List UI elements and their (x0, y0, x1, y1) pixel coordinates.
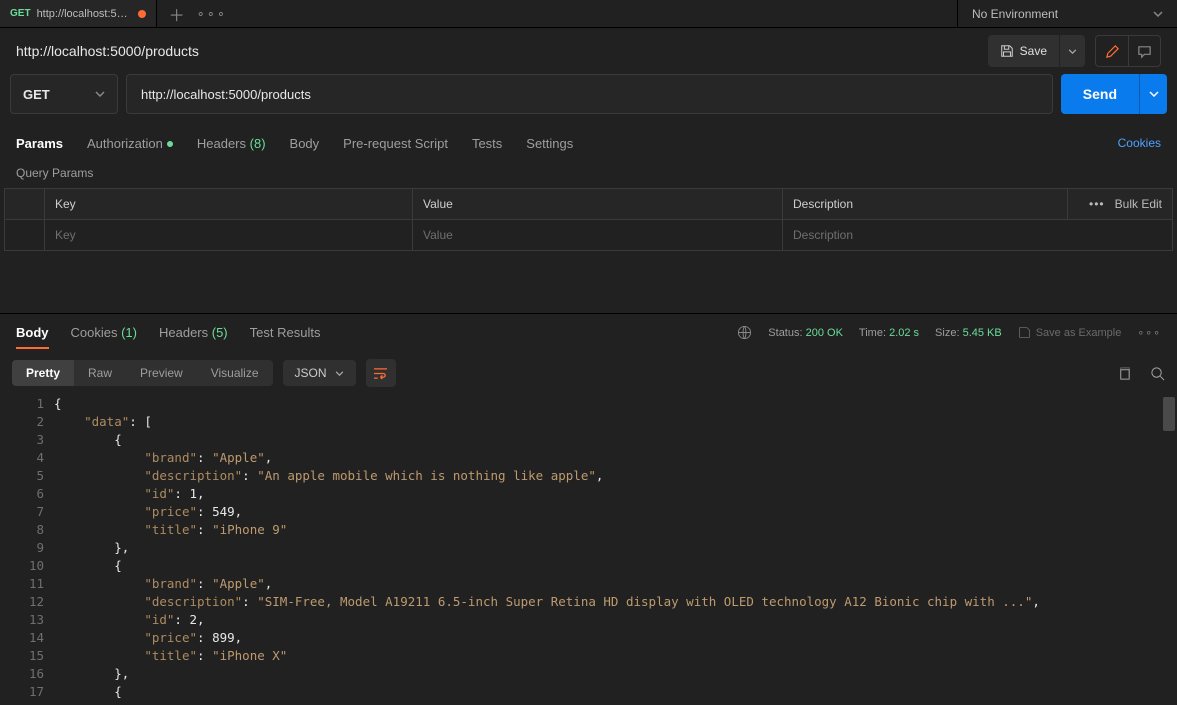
resp-headers-count: (5) (212, 325, 228, 340)
save-label: Save (1020, 44, 1047, 58)
save-icon (1018, 326, 1031, 339)
view-preview[interactable]: Preview (126, 360, 197, 386)
tab-prerequest[interactable]: Pre-request Script (343, 136, 448, 151)
tab-headers[interactable]: Headers (8) (197, 136, 266, 151)
save-icon (1000, 44, 1014, 58)
method-select-value: GET (23, 87, 50, 102)
key-column-header: Key (45, 189, 413, 220)
tab-body[interactable]: Body (290, 136, 320, 151)
new-tab-button[interactable]: ＋ (169, 2, 185, 26)
view-visualize[interactable]: Visualize (197, 360, 273, 386)
headers-count-badge: (8) (250, 136, 266, 151)
unsaved-dot-icon (138, 10, 146, 18)
drag-column-header (5, 189, 45, 220)
scrollbar-thumb[interactable] (1163, 397, 1175, 431)
resp-tab-headers[interactable]: Headers (5) (159, 325, 228, 340)
edit-button[interactable] (1096, 36, 1128, 66)
chevron-down-icon (1153, 11, 1163, 17)
environment-select[interactable]: No Environment (957, 0, 1177, 27)
param-description-input[interactable] (793, 228, 1162, 242)
chevron-down-icon (1068, 49, 1077, 54)
url-input[interactable] (126, 74, 1053, 114)
tab-method-badge: GET (10, 8, 31, 19)
description-column-header: Description (783, 189, 1068, 220)
resp-tab-cookies-label: Cookies (71, 325, 118, 340)
wrap-icon (373, 367, 388, 380)
cookies-link[interactable]: Cookies (1118, 136, 1161, 150)
view-mode-segment: Pretty Raw Preview Visualize (12, 360, 273, 386)
chevron-down-icon (1149, 91, 1159, 97)
format-select[interactable]: JSON (283, 360, 356, 386)
format-select-value: JSON (295, 366, 327, 380)
tab-authorization[interactable]: Authorization (87, 136, 173, 151)
send-button[interactable]: Send (1061, 74, 1139, 114)
auth-active-dot-icon (167, 141, 173, 147)
size-meta: Size: 5.45 KB (935, 327, 1002, 339)
environment-label: No Environment (972, 7, 1058, 21)
request-tab[interactable]: GET http://localhost:5000/p (0, 0, 157, 27)
resp-cookies-count: (1) (121, 325, 137, 340)
tab-settings[interactable]: Settings (526, 136, 573, 151)
search-icon (1150, 366, 1165, 381)
copy-button[interactable] (1117, 366, 1132, 381)
pencil-icon (1105, 44, 1120, 59)
view-pretty[interactable]: Pretty (12, 360, 74, 386)
request-title[interactable]: http://localhost:5000/products (16, 43, 978, 59)
tab-headers-label: Headers (197, 136, 246, 151)
tab-title: http://localhost:5000/p (37, 8, 132, 20)
line-number-gutter: 1234567891011121314151617 (0, 395, 54, 698)
method-select[interactable]: GET (10, 74, 118, 114)
view-raw[interactable]: Raw (74, 360, 126, 386)
response-code: { "data": [ { "brand": "Apple", "descrip… (54, 395, 1177, 698)
param-key-input[interactable] (55, 228, 402, 242)
table-actions-header: ••• Bulk Edit (1068, 189, 1173, 220)
globe-icon[interactable] (737, 325, 752, 340)
comment-button[interactable] (1128, 36, 1160, 66)
resp-tab-body[interactable]: Body (16, 325, 49, 349)
more-button[interactable]: ∘∘∘ (1137, 326, 1161, 339)
search-button[interactable] (1150, 366, 1165, 381)
send-dropdown[interactable] (1139, 74, 1167, 114)
query-params-heading: Query Params (0, 160, 1177, 188)
response-body-viewer[interactable]: 1234567891011121314151617 { "data": [ { … (0, 395, 1177, 698)
save-button[interactable]: Save (988, 35, 1059, 67)
param-value-input[interactable] (423, 228, 772, 242)
resp-tab-test-results[interactable]: Test Results (250, 325, 321, 340)
save-dropdown[interactable] (1059, 35, 1085, 67)
tab-options-button[interactable]: ∘∘∘ (197, 6, 227, 22)
comment-icon (1137, 44, 1152, 59)
more-options-button[interactable]: ••• (1089, 197, 1105, 211)
save-example-label: Save as Example (1036, 327, 1122, 339)
chevron-down-icon (95, 91, 105, 97)
wrap-lines-button[interactable] (366, 359, 396, 387)
status-meta: Status: 200 OK (768, 327, 843, 339)
query-params-table: Key Value Description ••• Bulk Edit (4, 188, 1173, 251)
value-column-header: Value (413, 189, 783, 220)
bulk-edit-button[interactable]: Bulk Edit (1115, 197, 1162, 211)
save-as-example-button[interactable]: Save as Example (1018, 326, 1122, 339)
chevron-down-icon (335, 371, 344, 376)
tab-params[interactable]: Params (16, 136, 63, 151)
resp-tab-headers-label: Headers (159, 325, 208, 340)
copy-icon (1117, 366, 1132, 381)
time-meta: Time: 2.02 s (859, 327, 919, 339)
resp-tab-cookies[interactable]: Cookies (1) (71, 325, 137, 340)
tab-authorization-label: Authorization (87, 136, 163, 151)
tab-tests[interactable]: Tests (472, 136, 502, 151)
table-row[interactable] (5, 220, 1173, 251)
